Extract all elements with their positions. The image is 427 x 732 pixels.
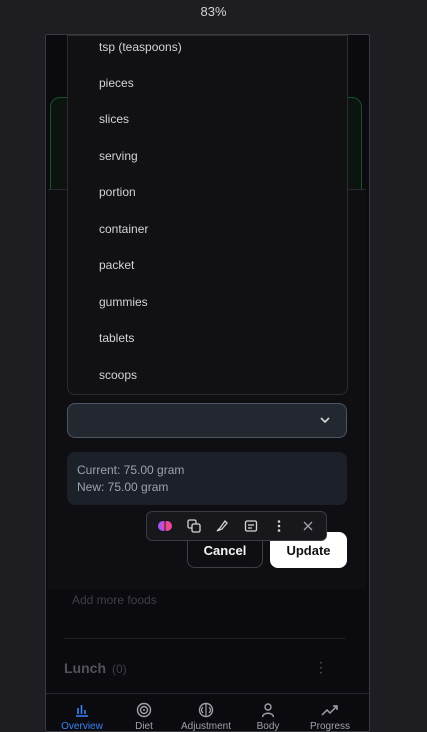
lunch-item-count: (0)	[112, 662, 127, 676]
lunch-section-title: Lunch	[64, 660, 106, 676]
copy-icon[interactable]	[185, 517, 203, 535]
nav-adjustment[interactable]: Adjustment	[176, 702, 236, 732]
bar-chart-icon	[76, 705, 88, 717]
bottom-navigation: Overview Diet Adjustment Body Progress	[46, 693, 369, 732]
divider	[64, 638, 346, 639]
dropdown-item-serving[interactable]: serving	[99, 149, 138, 163]
nav-label: Body	[256, 721, 280, 732]
floating-toolbar	[146, 511, 327, 541]
brain-icon	[198, 702, 214, 718]
close-icon[interactable]	[299, 517, 317, 535]
dropdown-item-packet[interactable]: packet	[99, 258, 134, 272]
app-frame: × tsp (teaspoons) pieces slices serving …	[45, 34, 370, 732]
unit-select[interactable]	[67, 403, 347, 438]
nav-label: Overview	[61, 721, 103, 732]
more-vertical-icon[interactable]	[270, 517, 288, 535]
chevron-down-icon	[320, 417, 330, 424]
current-amount-text: Current: 75.00 gram	[77, 463, 185, 477]
nav-label: Progress	[309, 721, 350, 732]
dropdown-item-tablets[interactable]: tablets	[99, 331, 134, 345]
add-more-foods-link[interactable]: Add more foods	[72, 593, 157, 607]
target-icon	[136, 702, 152, 718]
nav-progress[interactable]: Progress	[300, 702, 360, 732]
zoom-indicator: 83%	[200, 4, 227, 19]
note-icon[interactable]	[242, 517, 260, 535]
nav-label: Adjustment	[180, 721, 232, 732]
nav-overview[interactable]: Overview	[52, 702, 112, 732]
highlight-icon[interactable]	[213, 517, 231, 535]
dropdown-item-tsp[interactable]: tsp (teaspoons)	[99, 40, 182, 54]
person-icon	[261, 703, 275, 718]
dropdown-item-slices[interactable]: slices	[99, 112, 129, 126]
dropdown-item-container[interactable]: container	[99, 222, 148, 236]
dropdown-item-pieces[interactable]: pieces	[99, 76, 134, 90]
dropdown-item-scoops[interactable]: scoops	[99, 368, 137, 382]
trending-up-icon	[321, 705, 338, 716]
ai-brain-icon[interactable]	[156, 517, 174, 535]
nav-diet[interactable]: Diet	[114, 702, 174, 732]
nav-body[interactable]: Body	[238, 702, 298, 732]
unit-dropdown-menu: tsp (teaspoons) pieces slices serving po…	[67, 35, 348, 395]
dropdown-item-gummies[interactable]: gummies	[99, 295, 148, 309]
quantity-info-box: Current: 75.00 gram New: 75.00 gram	[67, 452, 347, 505]
new-amount-text: New: 75.00 gram	[77, 480, 169, 494]
dropdown-item-portion[interactable]: portion	[99, 185, 136, 199]
lunch-more-icon[interactable]: ⋮	[314, 659, 328, 676]
nav-label: Diet	[135, 721, 153, 732]
